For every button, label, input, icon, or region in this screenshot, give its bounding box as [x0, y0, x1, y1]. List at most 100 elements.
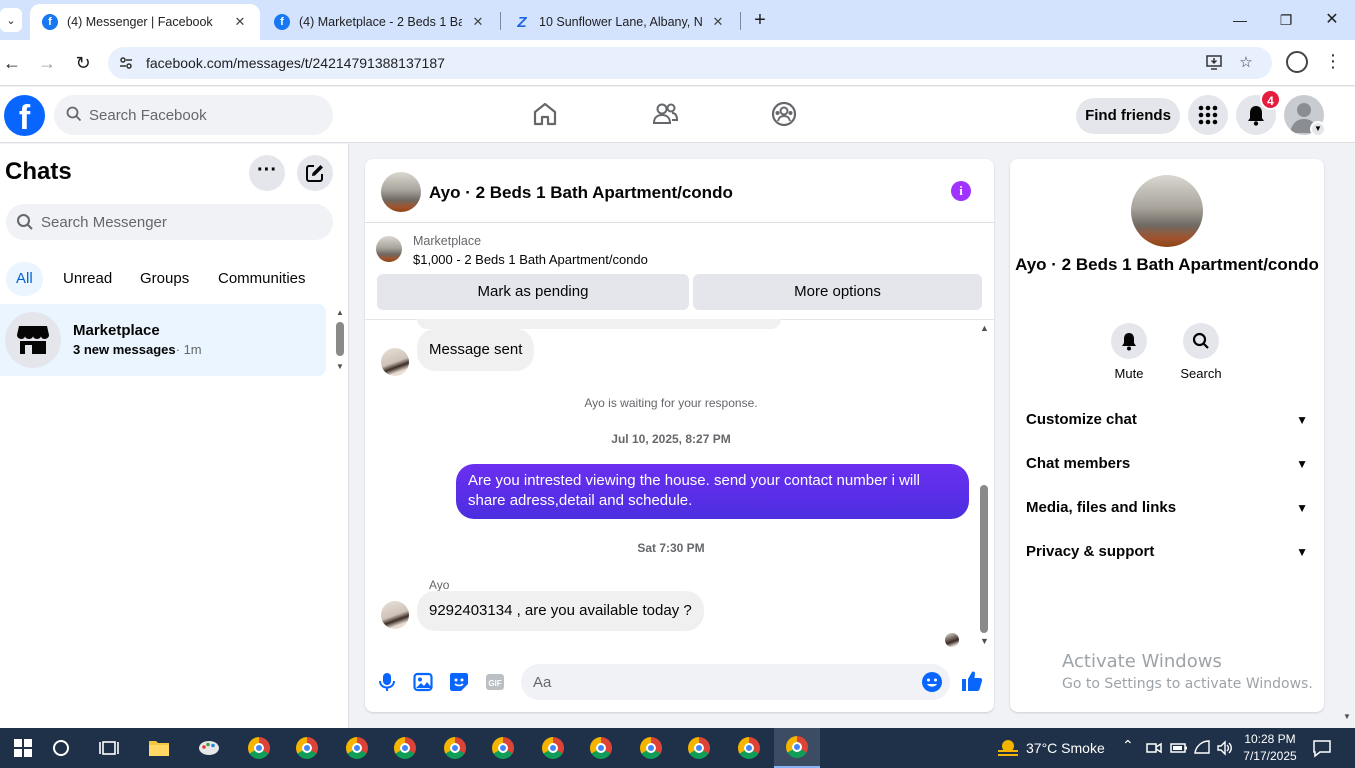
thumbs-up-icon[interactable] [960, 669, 984, 693]
conversation-scrollbar[interactable]: ▲ ▼ [978, 323, 992, 648]
chrome-taskbar-button[interactable] [382, 728, 428, 768]
scrollbar-thumb[interactable] [980, 485, 988, 633]
facebook-logo-icon[interactable]: f [4, 95, 45, 136]
mute-action[interactable]: Mute [1099, 323, 1159, 381]
forward-icon[interactable]: → [35, 51, 59, 75]
privacy-support-section[interactable]: Privacy & support ▼ [1026, 530, 1308, 574]
address-bar[interactable]: facebook.com/messages/t/2421479138813718… [108, 47, 1272, 79]
scroll-down-arrow-icon[interactable]: ▼ [1343, 712, 1351, 721]
media-files-links-section[interactable]: Media, files and links ▼ [1026, 486, 1308, 530]
listing-photo[interactable] [1131, 175, 1203, 247]
listing-price-title[interactable]: $1,000 - 2 Beds 1 Bath Apartment/condo [413, 252, 648, 267]
tab-marketplace[interactable]: f (4) Marketplace - 2 Beds 1 Bath ✕ [262, 4, 498, 40]
tab-zillow[interactable]: Z 10 Sunflower Lane, Albany, NY ✕ [502, 4, 738, 40]
message-input[interactable] [533, 664, 903, 700]
close-tab-icon[interactable]: ✕ [710, 14, 726, 30]
browser-menu-icon[interactable]: ⋮ [1322, 51, 1344, 75]
chrome-taskbar-button[interactable] [530, 728, 576, 768]
chrome-taskbar-button[interactable] [578, 728, 624, 768]
minimize-icon[interactable]: — [1228, 8, 1252, 32]
weather-text[interactable]: 37°C Smoke [1026, 740, 1105, 756]
chrome-taskbar-button[interactable] [628, 728, 674, 768]
weather-haze-icon[interactable] [996, 738, 1020, 758]
chats-scrollbar[interactable]: ▲ ▼ [334, 308, 346, 372]
message-composer[interactable] [521, 664, 950, 700]
photo-icon[interactable] [412, 671, 434, 693]
friends-icon[interactable] [651, 100, 679, 128]
chats-sidebar: Chats ··· All Unread Groups Communities … [0, 144, 349, 728]
find-friends-button[interactable]: Find friends [1076, 98, 1180, 134]
close-tab-icon[interactable]: ✕ [470, 14, 486, 30]
info-icon[interactable]: i [951, 181, 971, 201]
listing-thumbnail[interactable] [376, 236, 402, 262]
chrome-taskbar-button[interactable] [726, 728, 772, 768]
details-title[interactable]: Ayo · 2 Beds 1 Bath Apartment/condo [1010, 255, 1324, 275]
customize-chat-section[interactable]: Customize chat ▼ [1026, 398, 1308, 442]
sender-avatar[interactable] [381, 348, 409, 376]
mark-as-pending-button[interactable]: Mark as pending [377, 274, 689, 310]
scroll-down-arrow-icon[interactable]: ▼ [980, 636, 989, 646]
meet-now-icon[interactable] [1146, 740, 1162, 756]
messenger-search-input[interactable] [41, 204, 321, 240]
scrollbar-thumb[interactable] [336, 322, 344, 356]
filter-unread[interactable]: Unread [53, 262, 122, 296]
sticker-icon[interactable] [448, 671, 470, 693]
groups-icon[interactable] [770, 100, 798, 128]
close-window-icon[interactable]: ✕ [1320, 8, 1344, 32]
facebook-search[interactable] [54, 95, 333, 135]
filter-all[interactable]: All [6, 262, 43, 296]
action-center-icon[interactable] [1312, 738, 1332, 758]
install-app-icon[interactable] [1204, 53, 1224, 73]
more-options-icon[interactable]: ··· [249, 155, 285, 191]
reload-icon[interactable]: ↻ [71, 51, 95, 75]
scroll-up-arrow-icon[interactable]: ▲ [336, 308, 344, 317]
menu-grid-button[interactable] [1188, 95, 1228, 135]
home-icon[interactable] [531, 100, 559, 128]
wifi-icon[interactable] [1194, 740, 1210, 756]
facebook-search-input[interactable] [89, 95, 319, 135]
search-button[interactable] [38, 728, 84, 768]
chrome-taskbar-button[interactable] [432, 728, 478, 768]
chrome-taskbar-button[interactable] [236, 728, 282, 768]
close-tab-icon[interactable]: ✕ [232, 14, 248, 30]
file-explorer-button[interactable] [136, 728, 182, 768]
task-view-button[interactable] [86, 728, 132, 768]
new-message-button[interactable] [297, 155, 333, 191]
restore-icon[interactable]: ❐ [1274, 8, 1298, 32]
show-hidden-icons-icon[interactable]: ⌃ [1122, 737, 1134, 754]
more-options-button[interactable]: More options [693, 274, 982, 310]
battery-icon[interactable] [1170, 740, 1188, 756]
bookmark-star-icon[interactable]: ☆ [1236, 53, 1256, 73]
tab-messenger[interactable]: f (4) Messenger | Facebook ✕ [30, 4, 260, 40]
chat-list-item[interactable]: Marketplace 3 new messages· 1m [0, 304, 326, 376]
microphone-icon[interactable] [376, 671, 398, 693]
chrome-taskbar-button[interactable] [480, 728, 526, 768]
search-action[interactable]: Search [1171, 323, 1231, 381]
messenger-search[interactable] [6, 204, 333, 240]
system-clock[interactable]: 10:28 PM 7/17/2025 [1238, 731, 1302, 765]
paint-app-button[interactable] [186, 728, 232, 768]
gif-icon[interactable]: GIF [484, 671, 506, 693]
filter-groups[interactable]: Groups [130, 262, 199, 296]
chrome-taskbar-button[interactable] [284, 728, 330, 768]
tab-search-button[interactable]: ⌄ [0, 8, 22, 32]
filter-communities[interactable]: Communities [208, 262, 316, 296]
site-info-icon[interactable] [118, 55, 134, 71]
back-icon[interactable]: ← [0, 51, 24, 75]
marketplace-label: Marketplace [413, 234, 482, 248]
scroll-down-arrow-icon[interactable]: ▼ [336, 362, 344, 371]
listing-avatar[interactable] [381, 172, 421, 212]
chevron-down-icon[interactable]: ▼ [1310, 121, 1326, 137]
chrome-taskbar-button[interactable] [676, 728, 722, 768]
sender-avatar[interactable] [381, 601, 409, 629]
chrome-taskbar-button-active[interactable] [774, 728, 820, 768]
scroll-up-arrow-icon[interactable]: ▲ [980, 323, 989, 333]
bell-icon [1122, 333, 1136, 351]
chat-members-section[interactable]: Chat members ▼ [1026, 442, 1308, 486]
new-tab-button[interactable]: + [748, 8, 772, 32]
conversation-title[interactable]: Ayo · 2 Beds 1 Bath Apartment/condo [429, 183, 733, 203]
emoji-icon[interactable] [921, 671, 943, 693]
browser-profile-icon[interactable] [1286, 51, 1308, 73]
chrome-taskbar-button[interactable] [334, 728, 380, 768]
volume-icon[interactable] [1216, 740, 1234, 756]
